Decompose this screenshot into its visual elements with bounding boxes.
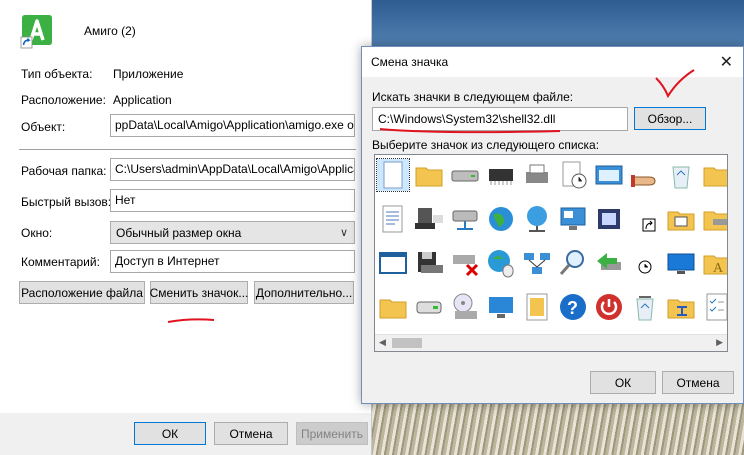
blank-document-icon[interactable]	[376, 158, 410, 192]
hand-icon[interactable]	[629, 159, 661, 191]
floppy-icon[interactable]	[413, 247, 445, 279]
desktop-icon[interactable]	[485, 291, 517, 323]
icon-list[interactable]: A? ◀ ▶	[374, 154, 728, 352]
dialog-cancel-button[interactable]: Отмена	[662, 371, 734, 394]
close-icon[interactable]: ✕	[720, 52, 733, 72]
computer-icon[interactable]	[413, 203, 445, 235]
drive-icon[interactable]	[449, 159, 481, 191]
folder-icon[interactable]	[377, 291, 409, 323]
scroll-right-icon[interactable]: ▶	[716, 337, 723, 348]
text-document-icon[interactable]	[377, 203, 409, 235]
power-icon[interactable]	[593, 291, 625, 323]
ok-button[interactable]: ОК	[134, 422, 206, 445]
divider	[19, 149, 356, 150]
app-name: Амиго (2)	[84, 24, 136, 38]
svg-text:?: ?	[567, 298, 578, 318]
search-icon[interactable]	[557, 247, 589, 279]
object-label: Объект:	[21, 120, 66, 134]
advanced-button[interactable]: Дополнительно...	[254, 281, 354, 304]
network-disconnected-icon[interactable]	[449, 247, 481, 279]
font-folder-icon[interactable]: A	[701, 247, 727, 279]
shortcut-arrow-icon[interactable]	[629, 203, 661, 235]
network-icon[interactable]	[521, 247, 553, 279]
search-file-label: Искать значки в следующем файле:	[372, 90, 574, 104]
window-select[interactable]: Обычный размер окна ∨	[110, 221, 355, 244]
removable-drive-icon[interactable]	[413, 291, 445, 323]
dialog-title: Смена значка	[371, 55, 449, 69]
dialog-ok-button[interactable]: ОК	[590, 371, 656, 394]
scrollbar-thumb[interactable]	[392, 338, 422, 348]
change-icon-dialog: Смена значка ✕ Искать значки в следующем…	[361, 46, 744, 404]
network-globe-icon[interactable]	[521, 203, 553, 235]
chevron-down-icon: ∨	[339, 227, 348, 239]
run-icon[interactable]	[593, 203, 625, 235]
icon-list-label: Выберите значок из следующего списка:	[372, 138, 600, 152]
shortcut-label: Быстрый вызов:	[21, 195, 112, 209]
drive-folder-icon[interactable]	[701, 203, 727, 235]
working-dir-field[interactable]: C:\Users\admin\AppData\Local\Amigo\Appli…	[110, 158, 355, 181]
icon-file-path-input[interactable]: C:\Windows\System32\shell32.dll	[372, 107, 628, 131]
globe-mouse-icon[interactable]	[485, 247, 517, 279]
memory-chip-icon[interactable]	[485, 159, 517, 191]
comment-field[interactable]: Доступ в Интернет	[110, 250, 355, 273]
shared-folder-icon[interactable]	[665, 203, 697, 235]
scroll-left-icon[interactable]: ◀	[379, 337, 386, 348]
horizontal-scrollbar[interactable]: ◀ ▶	[375, 334, 727, 351]
folder-icon[interactable]	[701, 159, 727, 191]
clock-icon[interactable]	[629, 247, 661, 279]
window-icon[interactable]	[377, 247, 409, 279]
file-location-button[interactable]: Расположение файла	[19, 281, 145, 304]
help-icon[interactable]: ?	[557, 291, 589, 323]
network-folder-icon[interactable]	[665, 291, 697, 323]
comment-label: Комментарий:	[21, 255, 100, 269]
app-icon	[20, 13, 54, 49]
working-dir-label: Рабочая папка:	[21, 164, 107, 178]
object-field[interactable]: ppData\Local\Amigo\Application\amigo.exe…	[110, 114, 355, 137]
change-icon-button[interactable]: Сменить значок...	[150, 281, 248, 304]
window-shortcut-icon[interactable]	[593, 159, 625, 191]
checklist-icon[interactable]	[701, 291, 727, 323]
cancel-button[interactable]: Отмена	[214, 422, 288, 445]
browse-button[interactable]: Обзор...	[634, 107, 706, 130]
location-label: Расположение:	[21, 93, 106, 107]
cd-drive-icon[interactable]	[449, 291, 481, 323]
apply-button[interactable]: Применить	[296, 422, 368, 445]
globe-icon[interactable]	[485, 203, 517, 235]
svg-text:A: A	[713, 261, 724, 276]
shortcut-field[interactable]: Нет	[110, 189, 355, 212]
recycle-bin-icon[interactable]	[665, 159, 697, 191]
folder-icon[interactable]	[413, 159, 445, 191]
printer-icon[interactable]	[521, 159, 553, 191]
window-label: Окно:	[21, 226, 53, 240]
object-type-label: Тип объекта:	[21, 67, 93, 81]
grid-document-icon[interactable]	[521, 291, 553, 323]
display-settings-icon[interactable]	[557, 203, 589, 235]
location-value: Application	[113, 93, 172, 107]
object-type-value: Приложение	[113, 67, 184, 81]
run-arrow-icon[interactable]	[593, 247, 625, 279]
shortcut-properties-window: Амиго (2) Тип объекта: Приложение Распол…	[0, 0, 372, 455]
recycle-bin-full-icon[interactable]	[629, 291, 661, 323]
clock-document-icon[interactable]	[557, 159, 589, 191]
monitor-icon[interactable]	[665, 247, 697, 279]
window-select-value: Обычный размер окна	[116, 226, 242, 240]
network-drive-icon[interactable]	[449, 203, 481, 235]
dialog-titlebar: Смена значка ✕	[362, 47, 743, 77]
